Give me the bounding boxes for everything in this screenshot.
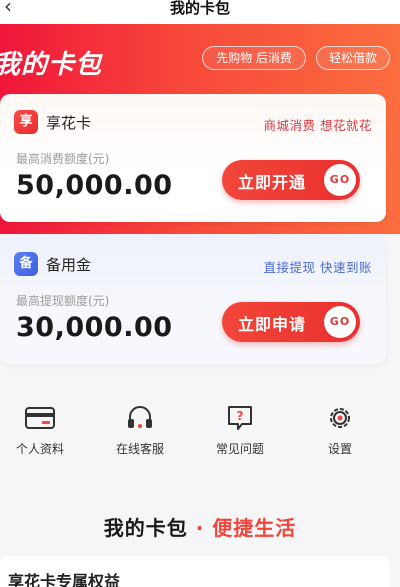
go-badge: GO bbox=[324, 306, 356, 338]
quick-item-settings[interactable]: 设置 bbox=[300, 404, 380, 457]
card-slogan: 直接提现 快速到账 bbox=[263, 260, 372, 275]
card-slogan: 商城消费 想花就花 bbox=[263, 118, 372, 133]
apply-now-button[interactable]: 立即申请 GO bbox=[222, 302, 360, 342]
id-card-icon bbox=[25, 407, 55, 429]
quick-item-service[interactable]: 在线客服 bbox=[100, 404, 180, 457]
quick-entry-row: 个人资料 在线客服 ? 常见问题 设置 bbox=[0, 404, 400, 464]
quick-item-profile[interactable]: 个人资料 bbox=[0, 404, 80, 457]
apply-now-label: 立即申请 bbox=[238, 315, 307, 334]
credit-limit-label: 最高消费额度(元) bbox=[16, 152, 110, 166]
withdraw-limit-amount: 30,000.00 bbox=[16, 312, 173, 343]
xianghua-icon: 享 bbox=[14, 110, 38, 134]
hero-title: 我的卡包 bbox=[0, 50, 103, 80]
top-nav-bar: ‹ 我的卡包 bbox=[0, 0, 400, 24]
page-title: 我的卡包 bbox=[169, 0, 230, 17]
quick-item-faq[interactable]: ? 常见问题 bbox=[200, 404, 280, 457]
svg-text:?: ? bbox=[237, 409, 244, 423]
section-title-sep: · bbox=[187, 516, 213, 540]
beiyongjin-icon: 备 bbox=[14, 252, 38, 276]
beiyongjin-card[interactable]: 备 备用金 直接提现 快速到账 最高提现额度(元) 30,000.00 立即申请… bbox=[0, 236, 386, 364]
withdraw-limit-label: 最高提现额度(元) bbox=[16, 294, 110, 308]
credit-limit-amount: 50,000.00 bbox=[16, 170, 173, 201]
open-now-label: 立即开通 bbox=[238, 173, 307, 192]
benefits-title: 享花卡专属权益 bbox=[8, 572, 121, 587]
go-badge: GO bbox=[324, 164, 356, 196]
quick-label: 常见问题 bbox=[215, 442, 264, 456]
section-title-main: 我的卡包 bbox=[103, 516, 188, 540]
quick-label: 设置 bbox=[327, 442, 352, 456]
xianghua-card[interactable]: 享 享花卡 商城消费 想花就花 最高消费额度(元) 50,000.00 立即开通… bbox=[0, 94, 386, 222]
quick-label: 个人资料 bbox=[15, 442, 64, 456]
pill-shop-first[interactable]: 先购物 后消费 bbox=[202, 46, 306, 70]
benefits-card: 享花卡专属权益 bbox=[0, 556, 390, 587]
open-now-button[interactable]: 立即开通 GO bbox=[222, 160, 360, 200]
card-name: 备用金 bbox=[46, 256, 92, 274]
section-title: 我的卡包 · 便捷生活 bbox=[0, 512, 400, 541]
gear-icon bbox=[330, 408, 350, 428]
section-title-accent: 便捷生活 bbox=[212, 516, 297, 540]
question-icon: ? bbox=[228, 406, 252, 430]
pill-easy-loan[interactable]: 轻松借款 bbox=[316, 46, 390, 70]
quick-label: 在线客服 bbox=[115, 442, 164, 456]
headset-icon bbox=[128, 406, 152, 428]
card-name: 享花卡 bbox=[46, 114, 92, 132]
